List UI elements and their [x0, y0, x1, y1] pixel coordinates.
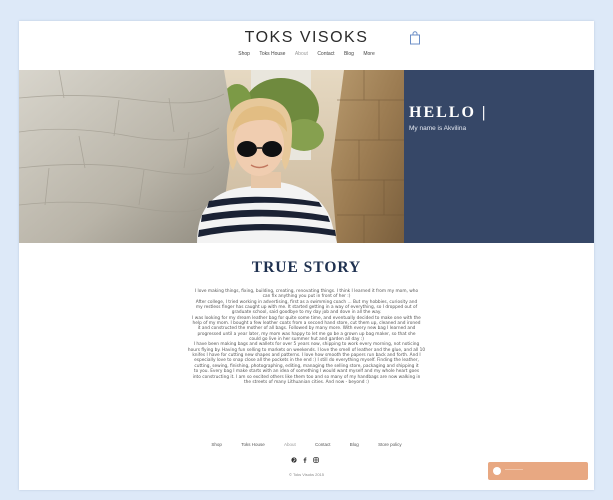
nav-item-toks-house[interactable]: Toks House [259, 51, 285, 57]
shopping-bag-icon[interactable] [409, 31, 421, 45]
story-line: I have been making bags and wallets for … [193, 342, 420, 348]
chat-button[interactable]: ——— [488, 462, 588, 480]
story-title: TRUE STORY [251, 259, 362, 276]
pinterest-icon[interactable] [291, 457, 297, 463]
chat-icon [493, 467, 501, 475]
footer-link-about[interactable]: About [284, 442, 296, 447]
footer-link-contact[interactable]: Contact [315, 442, 331, 447]
hero-heading: HELLO | [409, 104, 488, 121]
website-page: TOKS VISOKS Shop Toks House About Contac… [19, 21, 594, 490]
nav-item-blog[interactable]: Blog [344, 51, 354, 57]
social-links [291, 457, 323, 465]
hero-subheading: My name is Akvilina [409, 125, 467, 132]
hero-text-panel: HELLO | My name is Akvilina [404, 70, 594, 243]
footer-nav: Shop Toks House About Contact Blog Store… [19, 442, 594, 447]
footer-link-blog[interactable]: Blog [350, 442, 359, 447]
story-line: the streets of many Lithuanian cities. A… [244, 379, 369, 385]
nav-item-shop[interactable]: Shop [238, 51, 250, 57]
nav-item-contact[interactable]: Contact [317, 51, 334, 57]
nav-item-about[interactable]: About [295, 51, 308, 57]
nav-item-more[interactable]: More [363, 51, 374, 57]
instagram-icon[interactable] [313, 457, 319, 463]
footer-link-store-policy[interactable]: Store policy [378, 442, 402, 447]
footer-link-shop[interactable]: Shop [211, 442, 222, 447]
story-body: I love making things, fixing, building, … [184, 289, 429, 385]
chat-label: ——— [505, 467, 523, 473]
facebook-icon[interactable] [302, 457, 308, 463]
story-line: it and constructed the mother of all bag… [197, 326, 416, 332]
story-line: to you. Every bag I make starts with an … [193, 369, 420, 375]
site-title[interactable]: TOKS VISOKS [19, 29, 594, 47]
footer-link-toks-house[interactable]: Toks House [241, 442, 265, 447]
main-nav: Shop Toks House About Contact Blog More [19, 51, 594, 57]
